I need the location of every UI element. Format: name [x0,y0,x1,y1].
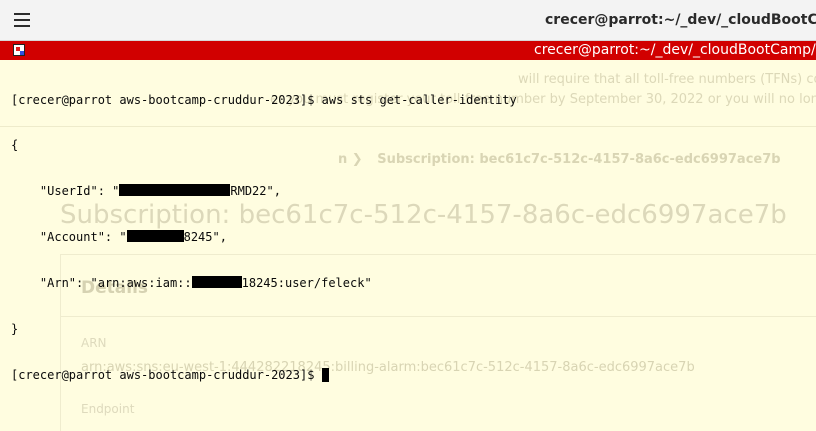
arn-line: "Arn": "arn:aws:iam:: 18245:user/feleck" [11,276,517,291]
arn-key: "Arn": "arn:aws:iam:: [11,276,192,291]
banner-line-1: will require that all toll-free numbers … [518,72,816,87]
userid-suffix: RMD22", [230,184,281,199]
arn-suffix: 18245:user/feleck" [241,276,372,291]
terminal-area[interactable]: will require that all toll-free numbers … [0,60,816,431]
account-suffix: 8245", [183,230,227,245]
json-open-brace: { [11,138,19,153]
terminal-title: crecer@parrot:~/_dev/_cloudBootCamp/aws-… [534,42,816,58]
prompt-line: [crecer@parrot aws-bootcamp-cruddur-2023… [11,367,517,383]
hamburger-menu-icon[interactable] [14,13,30,27]
window-title: crecer@parrot:~/_dev/_cloudBootCamp/aws-… [545,12,816,28]
userid-line: "UserId": " RMD22", [11,184,517,199]
terminal-output: [crecer@parrot aws-bootcamp-cruddur-2023… [11,62,517,414]
terminal-title-bar: crecer@parrot:~/_dev/_cloudBootCamp/aws-… [0,41,816,60]
account-key: "Account": " [11,230,127,245]
command-line: [crecer@parrot aws-bootcamp-cruddur-2023… [11,93,517,108]
userid-key: "UserId": " [11,184,120,199]
redacted-block [191,276,242,289]
command: aws sts get-caller-identity [321,92,517,107]
redacted-block [126,230,184,243]
window-title-bar: crecer@parrot:~/_dev/_cloudBootCamp/aws-… [0,0,816,41]
text-cursor [321,367,329,382]
redacted-block [119,184,231,197]
terminal-app-icon [13,44,25,56]
account-line: "Account": " 8245", [11,230,517,245]
prompt: [crecer@parrot aws-bootcamp-cruddur-2023… [11,92,322,107]
prompt: [crecer@parrot aws-bootcamp-cruddur-2023… [11,367,322,382]
json-close-brace: } [11,322,19,337]
